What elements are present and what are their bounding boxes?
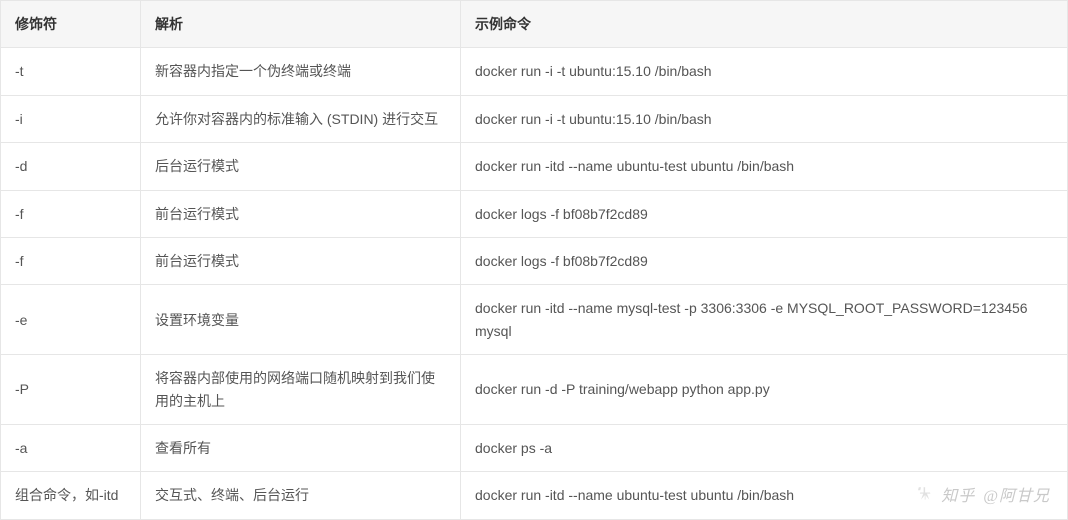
table-row: -d后台运行模式docker run -itd --name ubuntu-te…	[1, 143, 1068, 190]
col-header-cmd: 示例命令	[461, 1, 1068, 48]
table-row: -t新容器内指定一个伪终端或终端docker run -i -t ubuntu:…	[1, 48, 1068, 95]
cell-flag: 组合命令，如-itd	[1, 472, 141, 519]
cell-flag: -e	[1, 285, 141, 355]
cell-cmd: docker logs -f bf08b7f2cd89	[461, 237, 1068, 284]
cell-flag: -t	[1, 48, 141, 95]
cell-desc: 新容器内指定一个伪终端或终端	[141, 48, 461, 95]
table-row: 组合命令，如-itd交互式、终端、后台运行docker run -itd --n…	[1, 472, 1068, 519]
cell-cmd: docker ps -a	[461, 424, 1068, 471]
cell-flag: -P	[1, 355, 141, 425]
cell-cmd: docker run -itd --name ubuntu-test ubunt…	[461, 472, 1068, 519]
col-header-flag: 修饰符	[1, 1, 141, 48]
cell-flag: -f	[1, 190, 141, 237]
cell-desc: 允许你对容器内的标准输入 (STDIN) 进行交互	[141, 95, 461, 142]
cell-flag: -f	[1, 237, 141, 284]
cell-desc: 查看所有	[141, 424, 461, 471]
cell-flag: -d	[1, 143, 141, 190]
table-body: -t新容器内指定一个伪终端或终端docker run -i -t ubuntu:…	[1, 48, 1068, 519]
cell-flag: -a	[1, 424, 141, 471]
cell-cmd: docker run -itd --name mysql-test -p 330…	[461, 285, 1068, 355]
cell-desc: 前台运行模式	[141, 190, 461, 237]
docker-flags-table: 修饰符 解析 示例命令 -t新容器内指定一个伪终端或终端docker run -…	[0, 0, 1068, 520]
table-row: -i允许你对容器内的标准输入 (STDIN) 进行交互docker run -i…	[1, 95, 1068, 142]
table-row: -f前台运行模式docker logs -f bf08b7f2cd89	[1, 190, 1068, 237]
cell-cmd: docker logs -f bf08b7f2cd89	[461, 190, 1068, 237]
table-header: 修饰符 解析 示例命令	[1, 1, 1068, 48]
cell-cmd: docker run -i -t ubuntu:15.10 /bin/bash	[461, 95, 1068, 142]
table-row: -e设置环境变量docker run -itd --name mysql-tes…	[1, 285, 1068, 355]
table-row: -f前台运行模式docker logs -f bf08b7f2cd89	[1, 237, 1068, 284]
cell-desc: 后台运行模式	[141, 143, 461, 190]
table-row: -a查看所有docker ps -a	[1, 424, 1068, 471]
cell-desc: 交互式、终端、后台运行	[141, 472, 461, 519]
cell-desc: 将容器内部使用的网络端口随机映射到我们使用的主机上	[141, 355, 461, 425]
cell-desc: 设置环境变量	[141, 285, 461, 355]
col-header-desc: 解析	[141, 1, 461, 48]
cell-cmd: docker run -i -t ubuntu:15.10 /bin/bash	[461, 48, 1068, 95]
cell-cmd: docker run -d -P training/webapp python …	[461, 355, 1068, 425]
cell-flag: -i	[1, 95, 141, 142]
table-row: -P将容器内部使用的网络端口随机映射到我们使用的主机上docker run -d…	[1, 355, 1068, 425]
cell-cmd: docker run -itd --name ubuntu-test ubunt…	[461, 143, 1068, 190]
cell-desc: 前台运行模式	[141, 237, 461, 284]
